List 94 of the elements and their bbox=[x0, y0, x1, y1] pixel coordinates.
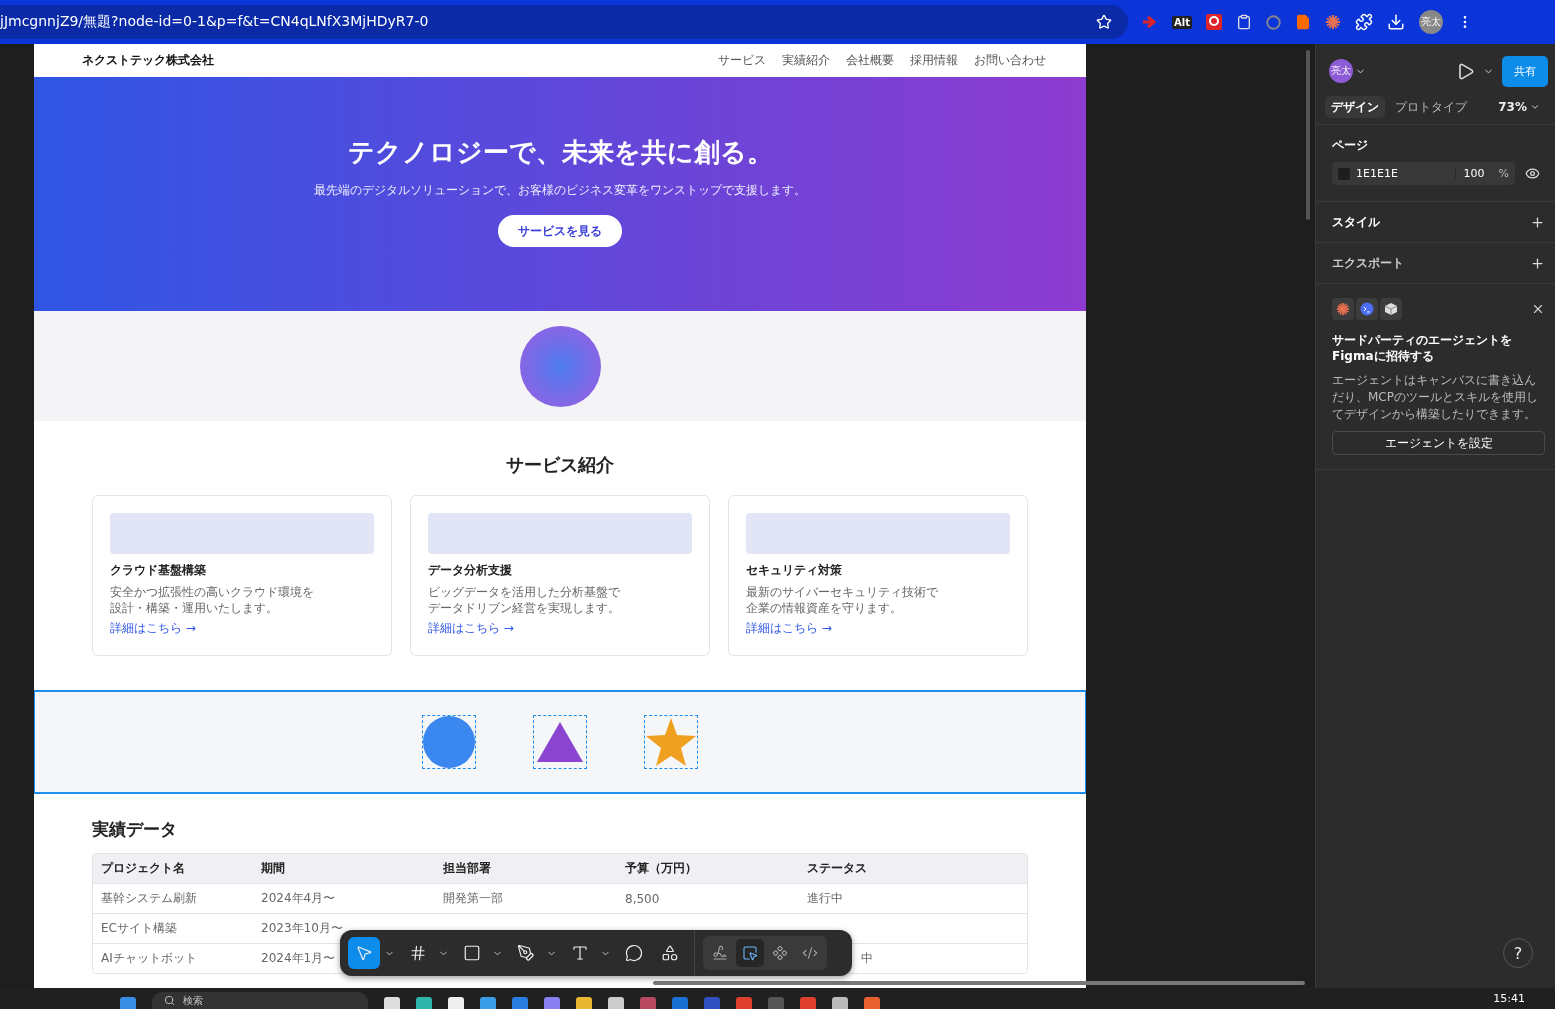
app-icon[interactable] bbox=[416, 997, 432, 1009]
share-button[interactable]: 共有 bbox=[1502, 55, 1548, 87]
section-title: スタイル bbox=[1332, 213, 1380, 231]
table-cell: 開発第一部 bbox=[443, 890, 503, 907]
details-link[interactable]: 詳細はこちら → bbox=[428, 620, 514, 637]
details-link[interactable]: 詳細はこちら → bbox=[746, 620, 832, 637]
nav-link[interactable]: 採用情報 bbox=[910, 52, 958, 69]
scrollbar[interactable] bbox=[1306, 50, 1310, 220]
profile-avatar[interactable]: 亮太 bbox=[1418, 10, 1443, 34]
start-icon[interactable] bbox=[120, 997, 136, 1009]
taskbar-search[interactable]: 検索 bbox=[152, 991, 368, 1009]
column-header: プロジェクト名 bbox=[101, 860, 185, 877]
table-cell: 2023年10月〜 bbox=[261, 920, 343, 937]
cube-icon bbox=[1380, 298, 1402, 320]
panel-tab[interactable]: プロトタイプ bbox=[1389, 96, 1473, 118]
column-header: 担当部署 bbox=[443, 860, 491, 877]
visibility-icon[interactable] bbox=[1525, 166, 1540, 181]
app-icon[interactable] bbox=[448, 997, 464, 1009]
hero-subtitle: 最先端のデジタルソリューションで、お客様のビジネス変革をワンストップで支援します。 bbox=[314, 182, 806, 199]
terminal-icon bbox=[1356, 298, 1378, 320]
details-link[interactable]: 詳細はこちら → bbox=[110, 620, 196, 637]
color-swatch bbox=[1338, 167, 1350, 180]
app-icon[interactable] bbox=[576, 997, 592, 1009]
add-icon[interactable] bbox=[1530, 255, 1545, 271]
section-heading: サービス紹介 bbox=[506, 453, 614, 477]
column-header: ステータス bbox=[807, 860, 867, 877]
card-title: セキュリティ対策 bbox=[746, 562, 843, 579]
burst-icon[interactable] bbox=[1324, 14, 1341, 30]
table-cell: 2024年1月〜 bbox=[261, 950, 336, 967]
card-description: 最新のサイバーセキュリティ技術で 企業の情報資産を守ります。 bbox=[746, 584, 939, 616]
extension-icon[interactable] bbox=[1205, 14, 1222, 30]
close-icon[interactable] bbox=[1531, 302, 1545, 316]
agent-description: エージェントはキャンバスに書き込んだり、MCPのツールとスキルを使用してデザインから構築したりできます。 bbox=[1332, 372, 1539, 423]
design-icon bbox=[742, 945, 758, 961]
table-cell: 中 bbox=[861, 950, 873, 967]
card-description: ビッグデータを活用した分析基盤で データドリブン経営を実現します。 bbox=[428, 584, 621, 616]
section-heading: 実績データ bbox=[92, 818, 178, 841]
column-header: 予算（万円） bbox=[625, 860, 697, 877]
file-icon[interactable] bbox=[1294, 14, 1311, 30]
fill-field[interactable]: 1E1E1E 100 % bbox=[1332, 162, 1515, 185]
panel-tab[interactable]: デザイン bbox=[1325, 96, 1385, 118]
app-icon[interactable] bbox=[384, 997, 400, 1009]
table-cell: 進行中 bbox=[807, 890, 843, 907]
arrow-icon[interactable] bbox=[1142, 15, 1158, 29]
agent-title: サードパーティのエージェントをFigmaに招待する bbox=[1332, 332, 1513, 364]
caret-icon bbox=[1530, 102, 1540, 112]
card-title: データ分析支援 bbox=[428, 562, 513, 579]
search-icon bbox=[164, 995, 175, 1006]
comment-icon bbox=[625, 944, 643, 962]
pointer-tool[interactable] bbox=[348, 937, 380, 969]
nav-link[interactable]: 会社概要 bbox=[846, 52, 894, 69]
cta-button[interactable]: サービスを見る bbox=[498, 215, 622, 247]
clock: 15:41 bbox=[1493, 992, 1525, 1005]
column-header: 期間 bbox=[261, 860, 285, 877]
component-icon bbox=[772, 945, 788, 961]
table-cell: ECサイト構築 bbox=[101, 920, 177, 937]
nav-link[interactable]: サービス bbox=[718, 52, 766, 69]
table-cell: AIチャットボット bbox=[101, 950, 197, 967]
shapes-icon bbox=[661, 944, 679, 962]
code-icon bbox=[802, 945, 818, 961]
design-mode-button[interactable] bbox=[736, 939, 764, 967]
burst-icon bbox=[1332, 298, 1354, 320]
rectangle-icon bbox=[463, 944, 481, 962]
setup-agent-button[interactable]: エージェントを設定 bbox=[1332, 431, 1545, 455]
hero-title: テクノロジーで、未来を共に創る。 bbox=[347, 136, 773, 169]
section-title: ページ bbox=[1332, 136, 1368, 154]
frame-icon bbox=[409, 944, 427, 962]
user-avatar[interactable]: 亮太 bbox=[1329, 59, 1353, 83]
pointer-icon bbox=[355, 944, 373, 962]
help-button[interactable]: ? bbox=[1503, 938, 1533, 968]
bookmark-star-icon[interactable] bbox=[1096, 14, 1112, 30]
section-title: エクスポート bbox=[1332, 254, 1404, 272]
nav-link[interactable]: お問い合わせ bbox=[974, 52, 1046, 69]
zoom-dropdown[interactable]: 73% bbox=[1492, 99, 1546, 115]
add-icon[interactable] bbox=[1530, 214, 1545, 230]
download-icon[interactable] bbox=[1386, 13, 1405, 31]
pen-icon bbox=[517, 944, 535, 962]
scrollbar[interactable] bbox=[653, 981, 1305, 985]
card-description: 安全かつ拡張性の高いクラウド環境を 設計・構築・運用いたします。 bbox=[110, 584, 315, 616]
card-title: クラウド基盤構築 bbox=[110, 562, 207, 579]
extensions-icon[interactable] bbox=[1354, 13, 1373, 31]
table-cell: 基幹システム刷新 bbox=[101, 890, 197, 907]
address-bar[interactable]: jJmcgnnjZ9/無題?node-id=0-1&p=f&t=CN4qLNfX3MjHDyR7-0 bbox=[0, 5, 1128, 39]
app-icon[interactable] bbox=[608, 997, 624, 1009]
clipboard-icon[interactable] bbox=[1235, 14, 1252, 30]
text-icon bbox=[571, 944, 589, 962]
table-cell: 8,500 bbox=[625, 891, 660, 906]
site-logo: ネクストテック株式会社 bbox=[82, 52, 214, 69]
nav-link[interactable]: 実績紹介 bbox=[782, 52, 830, 69]
draw-icon bbox=[712, 945, 728, 961]
ring-icon[interactable] bbox=[1265, 14, 1281, 30]
extension-icon[interactable]: Alt bbox=[1172, 15, 1192, 29]
table-cell: 2024年4月〜 bbox=[261, 890, 336, 907]
app-icon[interactable] bbox=[832, 997, 848, 1009]
